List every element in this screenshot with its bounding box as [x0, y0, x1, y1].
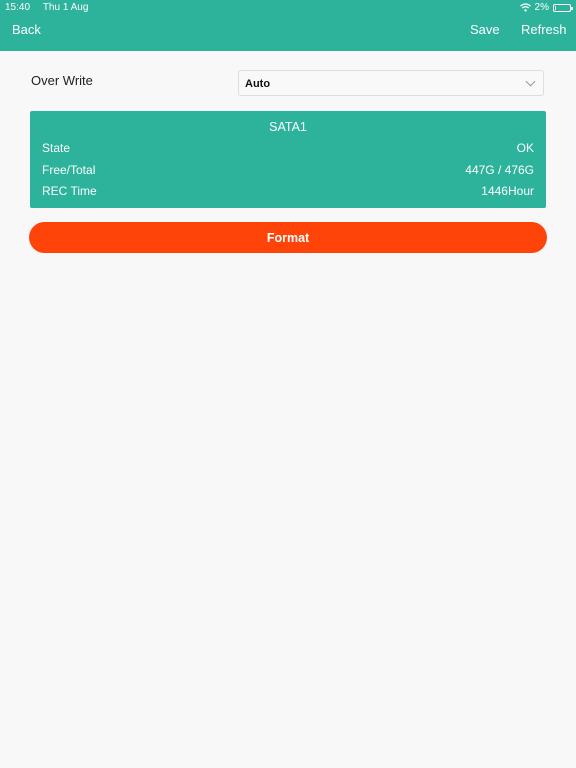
save-button[interactable]: Save	[470, 22, 500, 37]
status-time: 15:40	[5, 2, 31, 13]
disk-info-card: SATA1 State OK Free/Total 447G / 476G RE…	[30, 111, 546, 208]
disk-row-value: 447G / 476G	[465, 163, 534, 177]
wifi-icon	[519, 3, 531, 12]
overwrite-select[interactable]: Auto	[238, 70, 544, 96]
battery-icon	[553, 3, 573, 12]
disk-row-value: OK	[516, 141, 534, 155]
disk-row-key: Free/Total	[42, 163, 96, 177]
status-date: Thu 1 Aug	[42, 2, 89, 13]
overwrite-select-value: Auto	[245, 78, 271, 90]
status-indicators: 2%	[519, 2, 573, 13]
top-bar: 15:40 Thu 1 Aug 2% Back Save Refresh	[0, 0, 576, 51]
back-button[interactable]: Back	[12, 22, 41, 37]
status-bar: 15:40 Thu 1 Aug	[5, 2, 88, 13]
battery-percent: 2%	[534, 2, 549, 13]
disk-row-value: 1446Hour	[481, 184, 534, 198]
disk-title: SATA1	[269, 120, 307, 134]
chevron-down-icon	[525, 76, 536, 87]
disk-row-key: REC Time	[42, 184, 97, 198]
refresh-button[interactable]: Refresh	[521, 22, 567, 37]
disk-row-key: State	[42, 141, 71, 155]
overwrite-label: Over Write	[31, 73, 93, 88]
format-button[interactable]: Format	[29, 222, 547, 253]
